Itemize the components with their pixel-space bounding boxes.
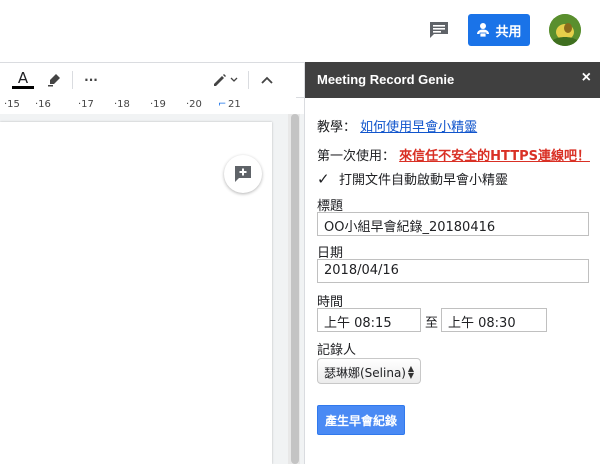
tutorial-row: 教學： 如何使用早會小精靈 xyxy=(317,116,477,135)
text-color-swatch xyxy=(12,86,34,89)
title-field[interactable]: OO小組早會紀錄_20180416 xyxy=(317,212,589,236)
ruler-tick: ·16 xyxy=(35,99,51,110)
ruler-tick: ·19 xyxy=(150,99,166,110)
end-time-field[interactable]: 上午 08:30 xyxy=(441,308,547,332)
recorder-select[interactable]: 瑟琳娜(Selina) ▲ ▼ xyxy=(317,358,421,384)
add-on-sidebar: Meeting Record Genie × 教學： 如何使用早會小精靈 第一次… xyxy=(304,62,600,464)
recorder-label: 記錄人 xyxy=(317,343,357,358)
auto-start-checkbox[interactable]: ✓ xyxy=(317,170,331,188)
recorder-value: 瑟琳娜(Selina) xyxy=(324,366,406,380)
ruler-tick: 21 xyxy=(228,99,241,110)
more-icon: ··· xyxy=(84,73,98,87)
person-lock-icon xyxy=(476,22,490,38)
tutorial-link[interactable]: 如何使用早會小精靈 xyxy=(360,120,477,135)
trust-https-link[interactable]: 來信任不安全的HTTPS連線吧！ xyxy=(399,149,590,164)
ruler-tick: ·18 xyxy=(114,99,130,110)
pencil-icon xyxy=(214,74,226,86)
first-use-label: 第一次使用： xyxy=(317,149,396,164)
ruler-tick: ·20 xyxy=(186,99,202,110)
top-bar: 共用 xyxy=(0,0,600,62)
close-icon[interactable]: × xyxy=(582,69,591,87)
avatar[interactable] xyxy=(549,14,581,46)
add-comment-button[interactable] xyxy=(224,155,262,193)
start-time-field[interactable]: 上午 08:15 xyxy=(317,308,421,332)
format-toolbar: A ··· xyxy=(0,62,304,98)
tutorial-label: 教學： xyxy=(317,120,357,135)
ruler: ·15 ·16 ·17 ·18 ·19 ·20 ⌐ 21 xyxy=(0,97,296,114)
ruler-tick: ·17 xyxy=(78,99,94,110)
ruler-indent-marker[interactable]: ⌐ xyxy=(218,99,226,110)
add-comment-icon xyxy=(235,166,251,182)
editing-mode-button[interactable] xyxy=(208,69,242,91)
more-options-button[interactable]: ··· xyxy=(80,69,102,91)
toolbar-divider xyxy=(72,71,73,89)
comment-icon[interactable] xyxy=(428,20,450,40)
share-button[interactable]: 共用 xyxy=(468,14,530,46)
text-color-icon: A xyxy=(17,69,29,87)
collapse-toolbar-button[interactable] xyxy=(256,69,278,91)
highlight-button[interactable] xyxy=(44,69,64,91)
chevron-down-icon xyxy=(230,77,238,82)
sidebar-header: Meeting Record Genie × xyxy=(305,62,600,98)
toolbar-divider xyxy=(248,71,249,89)
highlighter-icon xyxy=(48,74,60,87)
sidebar-title: Meeting Record Genie xyxy=(317,72,455,87)
select-arrows-icon: ▲ ▼ xyxy=(407,364,414,380)
auto-start-label: 打開文件自動啟動早會小精靈 xyxy=(339,173,509,188)
time-to-label: 至 xyxy=(425,316,439,331)
share-label: 共用 xyxy=(495,24,522,40)
date-field[interactable]: 2018/04/16 xyxy=(317,259,589,283)
ruler-tick: ·15 xyxy=(4,99,20,110)
scrollbar-thumb[interactable] xyxy=(291,114,299,464)
first-use-row: 第一次使用： 來信任不安全的HTTPS連線吧！ xyxy=(317,145,590,164)
text-color-button[interactable]: A xyxy=(12,69,34,91)
generate-record-button[interactable]: 產生早會紀錄 xyxy=(317,405,405,435)
auto-start-row[interactable]: ✓ 打開文件自動啟動早會小精靈 xyxy=(317,169,509,189)
chevron-up-icon xyxy=(261,76,273,84)
